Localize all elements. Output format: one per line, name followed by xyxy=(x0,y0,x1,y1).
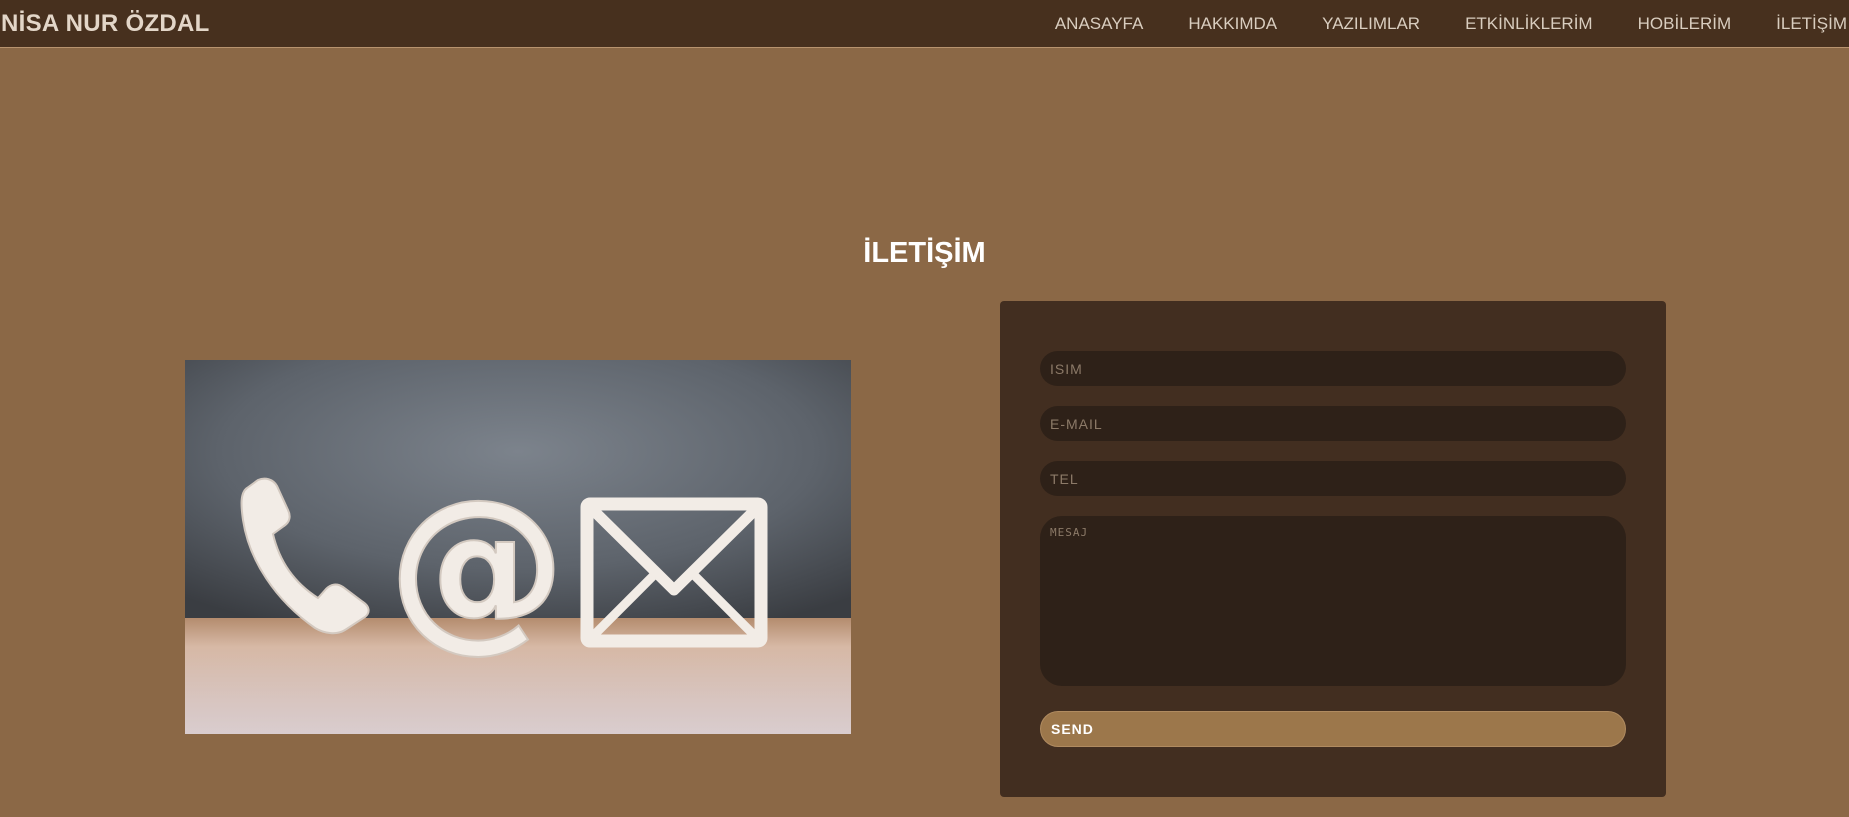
page-title: İLETİŞİM xyxy=(863,237,986,269)
contact-form-panel: SEND xyxy=(1000,301,1666,797)
nav-link-anasayfa[interactable]: ANASAYFA xyxy=(1055,14,1144,34)
nav-link-yazilimlar[interactable]: YAZILIMLAR xyxy=(1322,14,1420,34)
nav-link-iletisim[interactable]: İLETİŞİM xyxy=(1776,14,1847,34)
svg-text:@: @ xyxy=(388,461,566,668)
email-field[interactable] xyxy=(1040,406,1626,441)
navbar: NİSA NUR ÖZDAL ANASAYFA HAKKIMDA YAZILIM… xyxy=(0,0,1849,48)
message-field[interactable] xyxy=(1040,516,1626,686)
name-field[interactable] xyxy=(1040,351,1626,386)
send-button[interactable]: SEND xyxy=(1040,711,1626,747)
nav-links: ANASAYFA HAKKIMDA YAZILIMLAR ETKİNLİKLER… xyxy=(1010,0,1849,48)
contact-image: @ xyxy=(185,360,851,734)
at-sign-icon: @ xyxy=(387,460,567,669)
nav-link-hakkimda[interactable]: HAKKIMDA xyxy=(1188,14,1277,34)
nav-link-hobilerim[interactable]: HOBİLERİM xyxy=(1638,14,1732,34)
phone-field[interactable] xyxy=(1040,461,1626,496)
nav-link-etkinliklerim[interactable]: ETKİNLİKLERİM xyxy=(1465,14,1593,34)
site-brand[interactable]: NİSA NUR ÖZDAL xyxy=(1,10,210,38)
